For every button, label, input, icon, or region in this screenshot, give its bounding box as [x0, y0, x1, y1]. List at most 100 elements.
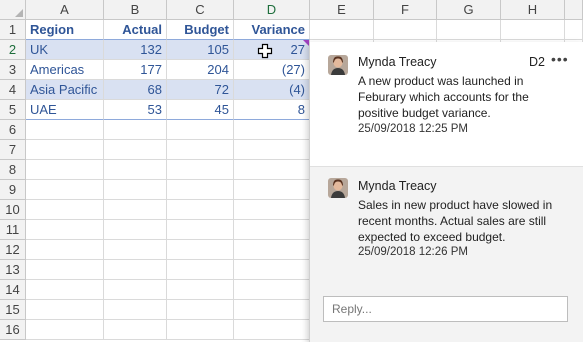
empty-cell[interactable] [26, 160, 104, 180]
row-header-13[interactable]: 13 [0, 260, 26, 280]
select-all-corner[interactable] [0, 0, 26, 20]
empty-cell[interactable] [26, 320, 104, 340]
cell-d5[interactable]: 8 [234, 100, 310, 120]
column-header-e[interactable]: E [310, 0, 374, 20]
column-header-next[interactable] [565, 0, 583, 20]
cell-c4[interactable]: 72 [167, 80, 234, 100]
column-header-a[interactable]: A [26, 0, 104, 20]
first-comment-card[interactable]: Mynda Treacy D2 ••• A new product was la… [310, 42, 583, 167]
column-header-c[interactable]: C [167, 0, 234, 20]
column-header-f[interactable]: F [374, 0, 437, 20]
empty-cell[interactable] [234, 240, 310, 260]
cell-a1[interactable]: Region [26, 20, 104, 40]
empty-cell[interactable] [167, 320, 234, 340]
empty-cell[interactable] [167, 200, 234, 220]
row-header-10[interactable]: 10 [0, 200, 26, 220]
empty-cell[interactable] [104, 220, 167, 240]
row-header-12[interactable]: 12 [0, 240, 26, 260]
empty-cell[interactable] [234, 180, 310, 200]
empty-cell[interactable] [234, 320, 310, 340]
empty-cell[interactable] [104, 140, 167, 160]
more-options-icon[interactable]: ••• [551, 51, 569, 67]
cell-c1[interactable]: Budget [167, 20, 234, 40]
column-header-g[interactable]: G [437, 0, 501, 20]
empty-cell[interactable] [26, 260, 104, 280]
cell-b1[interactable]: Actual [104, 20, 167, 40]
empty-cell[interactable] [26, 180, 104, 200]
empty-cell[interactable] [234, 160, 310, 180]
empty-cell[interactable] [234, 140, 310, 160]
comment-thread-pane[interactable]: Mynda Treacy D2 ••• A new product was la… [309, 42, 583, 342]
row-header-9[interactable]: 9 [0, 180, 26, 200]
empty-cell[interactable] [104, 240, 167, 260]
empty-cell[interactable] [26, 300, 104, 320]
column-header-d[interactable]: D [234, 0, 310, 20]
row-header-14[interactable]: 14 [0, 280, 26, 300]
cell-a4[interactable]: Asia Pacific [26, 80, 104, 100]
empty-cell[interactable] [167, 120, 234, 140]
empty-cell[interactable] [104, 260, 167, 280]
reply-text: Sales in new product have slowed in rece… [358, 198, 553, 244]
cell-a2[interactable]: UK [26, 40, 104, 60]
row-header-2[interactable]: 2 [0, 40, 26, 60]
empty-cell[interactable] [234, 300, 310, 320]
empty-cell[interactable] [234, 280, 310, 300]
empty-cell[interactable] [437, 20, 501, 40]
empty-cell[interactable] [26, 200, 104, 220]
empty-cell[interactable] [167, 260, 234, 280]
cell-c5[interactable]: 45 [167, 100, 234, 120]
reply-input[interactable]: Reply... [323, 296, 568, 322]
empty-cell[interactable] [104, 300, 167, 320]
row-header-1[interactable]: 1 [0, 20, 26, 40]
empty-cell[interactable] [167, 280, 234, 300]
row-header-6[interactable]: 6 [0, 120, 26, 140]
row-header-16[interactable]: 16 [0, 320, 26, 340]
row-header-5[interactable]: 5 [0, 100, 26, 120]
empty-cell[interactable] [234, 120, 310, 140]
empty-cell[interactable] [104, 320, 167, 340]
row-header-11[interactable]: 11 [0, 220, 26, 240]
empty-cell[interactable] [565, 20, 583, 40]
empty-cell[interactable] [26, 220, 104, 240]
empty-cell[interactable] [167, 180, 234, 200]
empty-cell[interactable] [26, 140, 104, 160]
column-header-b[interactable]: B [104, 0, 167, 20]
avatar [328, 178, 348, 198]
empty-cell[interactable] [26, 280, 104, 300]
cell-d1[interactable]: Variance [234, 20, 310, 40]
cell-b2[interactable]: 132 [104, 40, 167, 60]
empty-cell[interactable] [104, 200, 167, 220]
row-header-3[interactable]: 3 [0, 60, 26, 80]
empty-cell[interactable] [167, 140, 234, 160]
column-header-h[interactable]: H [501, 0, 565, 20]
empty-cell[interactable] [501, 20, 565, 40]
row-header-4[interactable]: 4 [0, 80, 26, 100]
empty-cell[interactable] [167, 300, 234, 320]
cell-c2[interactable]: 105 [167, 40, 234, 60]
empty-cell[interactable] [167, 220, 234, 240]
cell-d4[interactable]: (4) [234, 80, 310, 100]
empty-cell[interactable] [234, 220, 310, 240]
cell-b3[interactable]: 177 [104, 60, 167, 80]
row-header-15[interactable]: 15 [0, 300, 26, 320]
row-header-7[interactable]: 7 [0, 140, 26, 160]
empty-cell[interactable] [234, 260, 310, 280]
empty-cell[interactable] [310, 20, 374, 40]
empty-cell[interactable] [234, 200, 310, 220]
empty-cell[interactable] [104, 280, 167, 300]
empty-cell[interactable] [26, 120, 104, 140]
empty-cell[interactable] [167, 160, 234, 180]
row-header-8[interactable]: 8 [0, 160, 26, 180]
cell-a3[interactable]: Americas [26, 60, 104, 80]
empty-cell[interactable] [167, 240, 234, 260]
cell-d3[interactable]: (27) [234, 60, 310, 80]
cell-c3[interactable]: 204 [167, 60, 234, 80]
empty-cell[interactable] [374, 20, 437, 40]
empty-cell[interactable] [104, 120, 167, 140]
cell-a5[interactable]: UAE [26, 100, 104, 120]
cell-b4[interactable]: 68 [104, 80, 167, 100]
empty-cell[interactable] [104, 160, 167, 180]
cell-b5[interactable]: 53 [104, 100, 167, 120]
empty-cell[interactable] [26, 240, 104, 260]
empty-cell[interactable] [104, 180, 167, 200]
